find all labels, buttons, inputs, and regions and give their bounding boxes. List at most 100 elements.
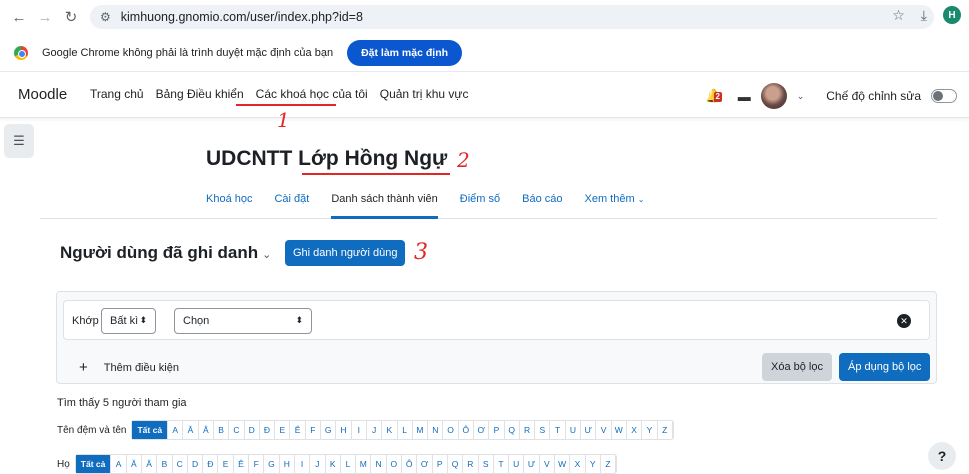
initial-letter-button[interactable]: I xyxy=(352,421,367,439)
nav-link-my-courses[interactable]: Các khoá học của tôi xyxy=(256,87,368,101)
back-icon[interactable]: ← xyxy=(8,6,30,28)
download-icon[interactable]: ⤓ xyxy=(921,7,927,24)
tab-reports[interactable]: Báo cáo xyxy=(522,193,562,219)
site-brand[interactable]: Moodle xyxy=(18,86,67,103)
initial-letter-button[interactable]: B xyxy=(214,421,230,439)
initial-letter-button[interactable]: A xyxy=(168,421,184,439)
filter-type-select[interactable]: Chọn ⬍ xyxy=(174,308,312,334)
tab-more[interactable]: Xem thêm ⌄ xyxy=(584,193,644,219)
initial-letter-button[interactable]: Đ xyxy=(203,455,219,473)
initial-letter-button[interactable]: R xyxy=(520,421,536,439)
initial-letter-button[interactable]: O xyxy=(443,421,459,439)
initial-letter-button[interactable]: T xyxy=(494,455,510,473)
initial-letter-button[interactable]: C xyxy=(173,455,188,473)
initial-letter-button[interactable]: V xyxy=(596,421,612,439)
initial-letter-button[interactable]: Ư xyxy=(524,455,540,473)
initial-letter-button[interactable]: M xyxy=(356,455,372,473)
initial-letter-button[interactable]: Ă xyxy=(183,421,199,439)
initial-letter-button[interactable]: P xyxy=(433,455,448,473)
set-default-button[interactable]: Đặt làm mặc định xyxy=(347,39,463,66)
tab-course[interactable]: Khoá học xyxy=(206,193,252,219)
profile-avatar[interactable]: H xyxy=(943,6,961,24)
initial-letter-button[interactable]: Q xyxy=(505,421,520,439)
initial-letter-button[interactable]: Z xyxy=(601,455,617,473)
initial-letter-button[interactable]: R xyxy=(463,455,479,473)
initial-letter-button[interactable]: Ă xyxy=(127,455,142,473)
initial-all-button[interactable]: Tất cả xyxy=(132,421,169,439)
initial-letter-button[interactable]: B xyxy=(157,455,173,473)
nav-link-dashboard[interactable]: Bảng Điều khiển xyxy=(156,87,244,101)
initial-letter-button[interactable]: Â xyxy=(142,455,158,473)
notification-bell-icon[interactable]: 🔔2 xyxy=(706,88,722,104)
initial-letter-button[interactable]: U xyxy=(509,455,525,473)
tab-grades[interactable]: Điểm số xyxy=(460,193,500,219)
tab-settings[interactable]: Cài đặt xyxy=(274,193,309,219)
initial-letter-button[interactable]: J xyxy=(310,455,326,473)
address-bar[interactable]: ⚙ kimhuong.gnomio.com/user/index.php?id=… xyxy=(90,5,934,29)
initial-letter-button[interactable]: H xyxy=(336,421,352,439)
initial-letter-button[interactable]: K xyxy=(382,421,398,439)
initial-letter-button[interactable]: L xyxy=(341,455,357,473)
initial-letter-button[interactable]: E xyxy=(275,421,291,439)
initial-letter-button[interactable]: N xyxy=(371,455,387,473)
initial-letter-button[interactable]: V xyxy=(540,455,555,473)
initial-letter-button[interactable]: L xyxy=(398,421,413,439)
reload-icon[interactable]: ↻ xyxy=(60,6,82,28)
add-condition-button[interactable]: + Thêm điều kiện xyxy=(79,359,179,376)
initial-letter-button[interactable]: G xyxy=(321,421,337,439)
initial-letter-button[interactable]: Z xyxy=(658,421,673,439)
message-drawer-icon[interactable]: ▬ xyxy=(738,89,751,104)
initial-letter-button[interactable]: G xyxy=(264,455,280,473)
initial-letter-button[interactable]: Ô xyxy=(402,455,418,473)
initial-letter-button[interactable]: S xyxy=(535,421,551,439)
initial-letter-button[interactable]: X xyxy=(570,455,586,473)
initial-letter-button[interactable]: W xyxy=(612,421,627,439)
apply-filters-button[interactable]: Áp dụng bộ lọc xyxy=(839,353,931,381)
user-menu-chevron-icon[interactable]: ⌄ xyxy=(797,91,805,102)
edit-mode-toggle[interactable] xyxy=(931,89,957,103)
initial-letter-button[interactable]: Ê xyxy=(290,421,306,439)
user-avatar[interactable] xyxy=(760,83,787,109)
clear-filters-button[interactable]: Xóa bộ lọc xyxy=(762,353,832,381)
initial-letter-button[interactable]: K xyxy=(326,455,341,473)
initial-letter-button[interactable]: F xyxy=(306,421,322,439)
initial-letter-button[interactable]: A xyxy=(111,455,127,473)
site-info-icon[interactable]: ⚙ xyxy=(100,10,111,24)
forward-icon[interactable]: → xyxy=(34,6,56,28)
initial-letter-button[interactable]: I xyxy=(295,455,311,473)
initial-letter-button[interactable]: J xyxy=(367,421,383,439)
initial-letter-button[interactable]: N xyxy=(428,421,444,439)
initial-letter-button[interactable]: Ô xyxy=(459,421,474,439)
initial-letter-button[interactable]: D xyxy=(245,421,260,439)
initial-letter-button[interactable]: Y xyxy=(642,421,658,439)
initial-letter-button[interactable]: W xyxy=(555,455,571,473)
nav-link-site-admin[interactable]: Quản trị khu vực xyxy=(380,87,469,101)
initial-letter-button[interactable]: Đ xyxy=(260,421,276,439)
help-button[interactable]: ? xyxy=(928,442,956,470)
initial-letter-button[interactable]: X xyxy=(627,421,643,439)
initial-letter-button[interactable]: S xyxy=(479,455,494,473)
initial-letter-button[interactable]: P xyxy=(489,421,505,439)
initial-letter-button[interactable]: C xyxy=(229,421,245,439)
initial-letter-button[interactable]: M xyxy=(413,421,429,439)
tab-participants[interactable]: Danh sách thành viên xyxy=(331,193,438,219)
initial-letter-button[interactable]: T xyxy=(550,421,566,439)
participants-heading[interactable]: Người dùng đã ghi danh ⌄ xyxy=(60,243,271,263)
initial-letter-button[interactable]: Y xyxy=(586,455,601,473)
initial-all-button[interactable]: Tất cả xyxy=(75,455,112,473)
bookmark-star-icon[interactable]: ☆ xyxy=(892,7,905,24)
initial-letter-button[interactable]: D xyxy=(188,455,204,473)
initial-letter-button[interactable]: Ơ xyxy=(474,421,490,439)
initial-letter-button[interactable]: Ư xyxy=(581,421,597,439)
match-type-select[interactable]: Bất kì ⬍ xyxy=(101,308,156,334)
nav-link-home[interactable]: Trang chủ xyxy=(90,87,144,101)
course-index-toggle-icon[interactable]: ☰ xyxy=(4,124,34,158)
enrol-users-button[interactable]: Ghi danh người dùng xyxy=(285,240,406,266)
initial-letter-button[interactable]: Ơ xyxy=(417,455,433,473)
initial-letter-button[interactable]: E xyxy=(218,455,234,473)
remove-condition-icon[interactable]: ✕ xyxy=(897,314,911,328)
initial-letter-button[interactable]: O xyxy=(387,455,403,473)
initial-letter-button[interactable]: F xyxy=(249,455,265,473)
initial-letter-button[interactable]: H xyxy=(280,455,295,473)
initial-letter-button[interactable]: U xyxy=(566,421,582,439)
